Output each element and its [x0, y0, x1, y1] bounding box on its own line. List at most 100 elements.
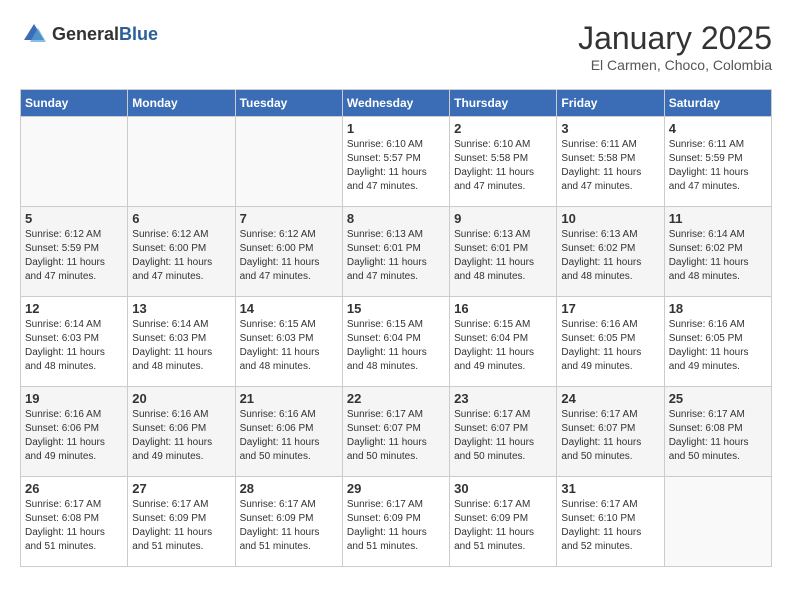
day-number: 22: [347, 391, 445, 406]
day-number: 9: [454, 211, 552, 226]
day-number: 14: [240, 301, 338, 316]
calendar-cell: 30 Sunrise: 6:17 AM Sunset: 6:09 PM Dayli…: [450, 477, 557, 567]
calendar-cell: 10 Sunrise: 6:13 AM Sunset: 6:02 PM Dayli…: [557, 207, 664, 297]
day-number: 6: [132, 211, 230, 226]
calendar-cell: 31 Sunrise: 6:17 AM Sunset: 6:10 PM Dayli…: [557, 477, 664, 567]
calendar-cell: 25 Sunrise: 6:17 AM Sunset: 6:08 PM Dayli…: [664, 387, 771, 477]
day-info: Sunrise: 6:17 AM Sunset: 6:08 PM Dayligh…: [25, 498, 123, 554]
day-info: Sunrise: 6:17 AM Sunset: 6:09 PM Dayligh…: [240, 498, 338, 554]
day-number: 16: [454, 301, 552, 316]
calendar-cell: [664, 477, 771, 567]
day-info: Sunrise: 6:12 AM Sunset: 6:00 PM Dayligh…: [132, 228, 230, 284]
day-number: 8: [347, 211, 445, 226]
day-info: Sunrise: 6:17 AM Sunset: 6:09 PM Dayligh…: [347, 498, 445, 554]
day-number: 23: [454, 391, 552, 406]
logo-icon: [20, 20, 48, 48]
day-info: Sunrise: 6:17 AM Sunset: 6:07 PM Dayligh…: [347, 408, 445, 464]
calendar-cell: 16 Sunrise: 6:15 AM Sunset: 6:04 PM Dayli…: [450, 297, 557, 387]
calendar-cell: 6 Sunrise: 6:12 AM Sunset: 6:00 PM Daylig…: [128, 207, 235, 297]
calendar-cell: [128, 117, 235, 207]
calendar-cell: 9Sunrise: 6:13 AM Sunset: 6:01 PM Daylig…: [450, 207, 557, 297]
calendar-cell: 15Sunrise: 6:15 AM Sunset: 6:04 PM Dayli…: [342, 297, 449, 387]
calendar-cell: [235, 117, 342, 207]
calendar-cell: 12 Sunrise: 6:14 AM Sunset: 6:03 PM Dayli…: [21, 297, 128, 387]
day-info: Sunrise: 6:16 AM Sunset: 6:05 PM Dayligh…: [561, 318, 659, 374]
logo-text-general: General: [52, 24, 119, 44]
calendar-week-row: 1 Sunrise: 6:10 AM Sunset: 5:57 PM Daylig…: [21, 117, 772, 207]
calendar-cell: 23 Sunrise: 6:17 AM Sunset: 6:07 PM Dayli…: [450, 387, 557, 477]
day-header-wednesday: Wednesday: [342, 90, 449, 117]
day-number: 5: [25, 211, 123, 226]
day-info: Sunrise: 6:16 AM Sunset: 6:05 PM Dayligh…: [669, 318, 767, 374]
day-number: 18: [669, 301, 767, 316]
day-info: Sunrise: 6:10 AM Sunset: 5:58 PM Dayligh…: [454, 138, 552, 194]
location-subtitle: El Carmen, Choco, Colombia: [578, 57, 772, 73]
day-number: 11: [669, 211, 767, 226]
calendar-cell: 8 Sunrise: 6:13 AM Sunset: 6:01 PM Daylig…: [342, 207, 449, 297]
day-info: Sunrise: 6:13 AM Sunset: 6:01 PM Dayligh…: [347, 228, 445, 284]
calendar-cell: 22 Sunrise: 6:17 AM Sunset: 6:07 PM Dayli…: [342, 387, 449, 477]
calendar-cell: 18 Sunrise: 6:16 AM Sunset: 6:05 PM Dayli…: [664, 297, 771, 387]
calendar-cell: 17Sunrise: 6:16 AM Sunset: 6:05 PM Dayli…: [557, 297, 664, 387]
day-number: 10: [561, 211, 659, 226]
day-number: 12: [25, 301, 123, 316]
days-header-row: SundayMondayTuesdayWednesdayThursdayFrid…: [21, 90, 772, 117]
calendar-cell: 24 Sunrise: 6:17 AM Sunset: 6:07 PM Dayli…: [557, 387, 664, 477]
day-info: Sunrise: 6:16 AM Sunset: 6:06 PM Dayligh…: [25, 408, 123, 464]
calendar-cell: 7 Sunrise: 6:12 AM Sunset: 6:00 PM Daylig…: [235, 207, 342, 297]
calendar-table: SundayMondayTuesdayWednesdayThursdayFrid…: [20, 89, 772, 567]
day-info: Sunrise: 6:14 AM Sunset: 6:02 PM Dayligh…: [669, 228, 767, 284]
day-info: Sunrise: 6:11 AM Sunset: 5:58 PM Dayligh…: [561, 138, 659, 194]
calendar-week-row: 19 Sunrise: 6:16 AM Sunset: 6:06 PM Dayli…: [21, 387, 772, 477]
day-header-friday: Friday: [557, 90, 664, 117]
logo-text-blue: Blue: [119, 24, 158, 44]
day-number: 4: [669, 121, 767, 136]
day-number: 24: [561, 391, 659, 406]
month-title: January 2025: [578, 20, 772, 57]
day-info: Sunrise: 6:11 AM Sunset: 5:59 PM Dayligh…: [669, 138, 767, 194]
day-header-tuesday: Tuesday: [235, 90, 342, 117]
calendar-cell: 21Sunrise: 6:16 AM Sunset: 6:06 PM Dayli…: [235, 387, 342, 477]
calendar-cell: 1 Sunrise: 6:10 AM Sunset: 5:57 PM Daylig…: [342, 117, 449, 207]
calendar-cell: 4 Sunrise: 6:11 AM Sunset: 5:59 PM Daylig…: [664, 117, 771, 207]
day-number: 2: [454, 121, 552, 136]
title-block: January 2025 El Carmen, Choco, Colombia: [578, 20, 772, 73]
calendar-week-row: 26Sunrise: 6:17 AM Sunset: 6:08 PM Dayli…: [21, 477, 772, 567]
day-number: 25: [669, 391, 767, 406]
day-info: Sunrise: 6:17 AM Sunset: 6:09 PM Dayligh…: [132, 498, 230, 554]
day-info: Sunrise: 6:14 AM Sunset: 6:03 PM Dayligh…: [25, 318, 123, 374]
calendar-cell: 19 Sunrise: 6:16 AM Sunset: 6:06 PM Dayli…: [21, 387, 128, 477]
day-info: Sunrise: 6:16 AM Sunset: 6:06 PM Dayligh…: [240, 408, 338, 464]
calendar-cell: 14 Sunrise: 6:15 AM Sunset: 6:03 PM Dayli…: [235, 297, 342, 387]
day-header-saturday: Saturday: [664, 90, 771, 117]
day-info: Sunrise: 6:14 AM Sunset: 6:03 PM Dayligh…: [132, 318, 230, 374]
day-info: Sunrise: 6:17 AM Sunset: 6:07 PM Dayligh…: [561, 408, 659, 464]
day-info: Sunrise: 6:17 AM Sunset: 6:07 PM Dayligh…: [454, 408, 552, 464]
calendar-cell: 2 Sunrise: 6:10 AM Sunset: 5:58 PM Daylig…: [450, 117, 557, 207]
day-info: Sunrise: 6:17 AM Sunset: 6:09 PM Dayligh…: [454, 498, 552, 554]
day-number: 7: [240, 211, 338, 226]
day-info: Sunrise: 6:15 AM Sunset: 6:04 PM Dayligh…: [454, 318, 552, 374]
day-number: 19: [25, 391, 123, 406]
calendar-cell: 26Sunrise: 6:17 AM Sunset: 6:08 PM Dayli…: [21, 477, 128, 567]
day-number: 30: [454, 481, 552, 496]
day-info: Sunrise: 6:17 AM Sunset: 6:10 PM Dayligh…: [561, 498, 659, 554]
day-number: 1: [347, 121, 445, 136]
day-number: 31: [561, 481, 659, 496]
calendar-week-row: 5Sunrise: 6:12 AM Sunset: 5:59 PM Daylig…: [21, 207, 772, 297]
calendar-week-row: 12 Sunrise: 6:14 AM Sunset: 6:03 PM Dayli…: [21, 297, 772, 387]
day-info: Sunrise: 6:13 AM Sunset: 6:02 PM Dayligh…: [561, 228, 659, 284]
day-number: 20: [132, 391, 230, 406]
calendar-cell: 3Sunrise: 6:11 AM Sunset: 5:58 PM Daylig…: [557, 117, 664, 207]
day-info: Sunrise: 6:10 AM Sunset: 5:57 PM Dayligh…: [347, 138, 445, 194]
day-info: Sunrise: 6:15 AM Sunset: 6:03 PM Dayligh…: [240, 318, 338, 374]
calendar-cell: 28 Sunrise: 6:17 AM Sunset: 6:09 PM Dayli…: [235, 477, 342, 567]
day-info: Sunrise: 6:15 AM Sunset: 6:04 PM Dayligh…: [347, 318, 445, 374]
calendar-cell: 5Sunrise: 6:12 AM Sunset: 5:59 PM Daylig…: [21, 207, 128, 297]
day-number: 28: [240, 481, 338, 496]
calendar-cell: 11 Sunrise: 6:14 AM Sunset: 6:02 PM Dayli…: [664, 207, 771, 297]
day-header-monday: Monday: [128, 90, 235, 117]
day-info: Sunrise: 6:17 AM Sunset: 6:08 PM Dayligh…: [669, 408, 767, 464]
day-info: Sunrise: 6:12 AM Sunset: 6:00 PM Dayligh…: [240, 228, 338, 284]
day-number: 13: [132, 301, 230, 316]
